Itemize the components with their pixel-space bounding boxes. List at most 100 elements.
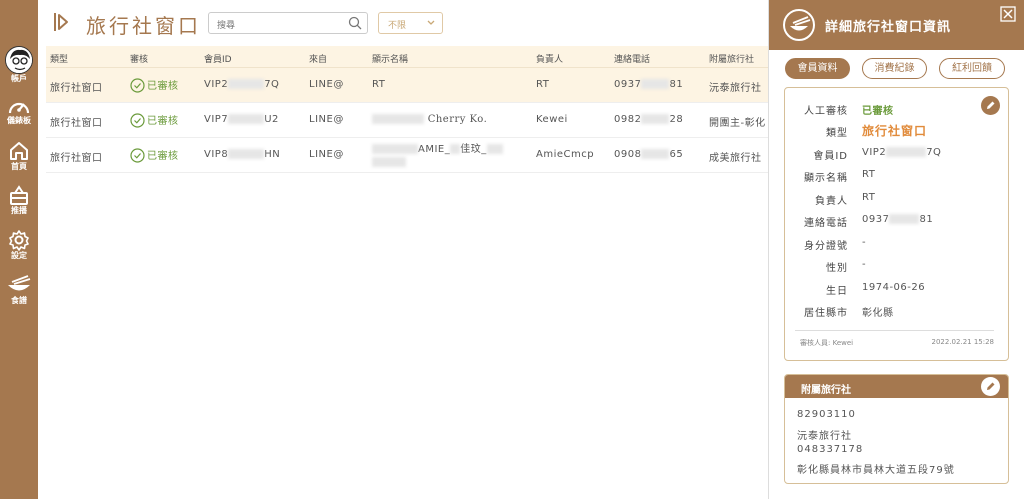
field-label: 會員ID xyxy=(813,151,848,162)
field-type: 類型 旅行社窗口 xyxy=(785,124,1010,140)
cell-display-name: Cherry Ko. xyxy=(372,114,487,125)
search-input[interactable] xyxy=(209,16,339,36)
column-header[interactable]: 負責人 xyxy=(536,52,563,65)
sidebar: 帳戶 儀錶板 首頁 推播 設定 食譜 xyxy=(0,0,38,499)
redacted-mask xyxy=(486,144,503,154)
collapse-sidebar-icon[interactable] xyxy=(52,11,70,33)
field-label: 人工審核 xyxy=(804,106,848,117)
phone-prefix: 0982 xyxy=(614,114,642,125)
sidebar-item-account[interactable]: 帳戶 xyxy=(0,46,38,84)
table-row[interactable]: 旅行社窗口 已審核 VIP7 U2 LINE@ Cherry Ko. Kewei … xyxy=(46,103,768,138)
table-row[interactable]: 旅行社窗口 已審核 VIP8 HN LINE@ AMIE_ 佳玟_ AmieCmcp… xyxy=(46,138,768,173)
column-header[interactable]: 來自 xyxy=(309,52,327,65)
broadcast-icon xyxy=(10,185,28,205)
table-row[interactable]: 旅行社窗口 已審核 VIP2 7Q LINE@ RT RT 0937 81 沅泰旅行… xyxy=(46,68,768,103)
cell-member-id: VIP2 7Q xyxy=(204,79,279,90)
redacted-mask xyxy=(641,114,670,124)
column-header[interactable]: 類型 xyxy=(50,52,68,65)
phone-suffix: 28 xyxy=(669,114,684,125)
display-name-text-2: 佳玟_ xyxy=(460,144,487,155)
sidebar-item-label: 儀錶板 xyxy=(7,116,31,125)
id-prefix: VIP2 xyxy=(204,79,229,90)
filter-selected-value: 不限 xyxy=(388,21,407,31)
column-header[interactable]: 連絡電話 xyxy=(614,52,650,65)
search-box[interactable] xyxy=(208,12,368,36)
agency-card-header: 附屬旅行社 xyxy=(785,375,1008,398)
agency-phone: 048337178 xyxy=(797,444,864,455)
main-content: 旅行社窗口 不限 類型 審核 會員ID 來自 顯示名稱 負責人 連絡電話 附屬旅… xyxy=(38,0,768,499)
redacted-mask xyxy=(889,214,920,224)
sidebar-item-dashboard[interactable]: 儀錶板 xyxy=(0,96,38,126)
tab-member-info[interactable]: 會員資料 xyxy=(785,58,850,79)
field-value: 已審核 xyxy=(862,106,894,117)
gear-icon xyxy=(9,230,29,251)
agency-card: 附屬旅行社 82903110 沅泰旅行社 048337178 彰化縣員林市員林大… xyxy=(784,374,1009,484)
field-id-number: 身分證號 - xyxy=(785,237,1010,253)
user-avatar-icon xyxy=(5,46,33,74)
column-header[interactable]: 附屬旅行社 xyxy=(709,52,754,65)
field-value: 旅行社窗口 xyxy=(862,124,928,138)
cell-phone: 0937 81 xyxy=(614,79,683,90)
field-owner: 負責人 RT xyxy=(785,192,1010,208)
sidebar-item-settings[interactable]: 設定 xyxy=(0,229,38,261)
cell-phone: 0982 28 xyxy=(614,114,683,125)
field-value: 1974-06-26 xyxy=(862,282,926,293)
redacted-mask xyxy=(228,149,265,159)
tab-bonus-rewards[interactable]: 紅利回饋 xyxy=(939,58,1005,79)
check-circle-icon xyxy=(130,148,145,163)
field-value: - xyxy=(862,259,867,270)
status-text: 已審核 xyxy=(147,116,179,127)
field-city: 居住縣市 彰化縣 xyxy=(785,304,1010,320)
status-text: 已審核 xyxy=(147,151,179,162)
field-value: RT xyxy=(862,192,876,203)
field-label: 居住縣市 xyxy=(804,308,848,319)
check-circle-icon xyxy=(130,113,145,128)
field-value: - xyxy=(862,237,867,248)
edit-agency-button[interactable] xyxy=(981,377,1000,396)
column-header[interactable]: 審核 xyxy=(130,52,148,65)
display-name-text: AMIE_ xyxy=(418,144,451,155)
sidebar-item-label: 設定 xyxy=(11,251,27,260)
redacted-mask xyxy=(450,144,461,154)
sidebar-item-label: 推播 xyxy=(11,206,27,215)
cell-status: 已審核 xyxy=(130,147,179,163)
phone-prefix: 0908 xyxy=(614,149,642,160)
tab-purchase-history[interactable]: 消費紀錄 xyxy=(862,58,927,79)
sidebar-item-label: 帳戶 xyxy=(11,74,27,83)
cell-phone: 0908 65 xyxy=(614,149,683,160)
agency-card-title: 附屬旅行社 xyxy=(801,385,851,396)
divider xyxy=(795,330,994,331)
id-prefix: VIP7 xyxy=(204,114,229,125)
column-header[interactable]: 會員ID xyxy=(204,52,232,65)
member-table: 類型 審核 會員ID 來自 顯示名稱 負責人 連絡電話 附屬旅行社 旅行社窗口 … xyxy=(46,46,768,173)
cell-status: 已審核 xyxy=(130,112,179,128)
member-info-card: 人工審核 已審核 類型 旅行社窗口 會員ID VIP2 7Q 顯示名稱 RT 負責人 RT … xyxy=(784,87,1009,361)
panel-header: 詳細旅行社窗口資訊 xyxy=(769,0,1024,50)
cell-source: LINE@ xyxy=(309,79,344,90)
field-label: 類型 xyxy=(826,128,848,139)
filter-dropdown[interactable]: 不限 xyxy=(378,12,443,34)
sidebar-item-recipes[interactable]: 食譜 xyxy=(0,274,38,306)
agency-tax-id: 82903110 xyxy=(797,409,856,420)
check-circle-icon xyxy=(130,78,145,93)
field-value: VIP2 7Q xyxy=(862,147,941,158)
cell-display-name: RT xyxy=(372,79,386,90)
column-header[interactable]: 顯示名稱 xyxy=(372,52,408,65)
sidebar-item-broadcast[interactable]: 推播 xyxy=(0,184,38,216)
table-header: 類型 審核 會員ID 來自 顯示名稱 負責人 連絡電話 附屬旅行社 xyxy=(46,46,768,68)
sidebar-item-label: 首頁 xyxy=(11,162,27,171)
close-icon[interactable] xyxy=(1000,6,1016,22)
phone-prefix: 0937 xyxy=(862,214,890,225)
detail-panel: 詳細旅行社窗口資訊 會員資料 消費紀錄 紅利回饋 人工審核 已審核 類型 旅行社窗口… xyxy=(768,0,1024,499)
field-phone: 連絡電話 0937 81 xyxy=(785,214,1010,230)
field-value: 彰化縣 xyxy=(862,308,894,319)
id-suffix: HN xyxy=(264,149,281,160)
field-gender: 性別 - xyxy=(785,259,1010,275)
phone-suffix: 65 xyxy=(669,149,684,160)
redacted-mask xyxy=(886,147,927,157)
search-icon[interactable] xyxy=(348,16,362,30)
redacted-mask xyxy=(641,79,670,89)
cell-type: 旅行社窗口 xyxy=(50,83,103,94)
cell-owner: AmieCmcp xyxy=(536,149,595,160)
sidebar-item-home[interactable]: 首頁 xyxy=(0,140,38,172)
